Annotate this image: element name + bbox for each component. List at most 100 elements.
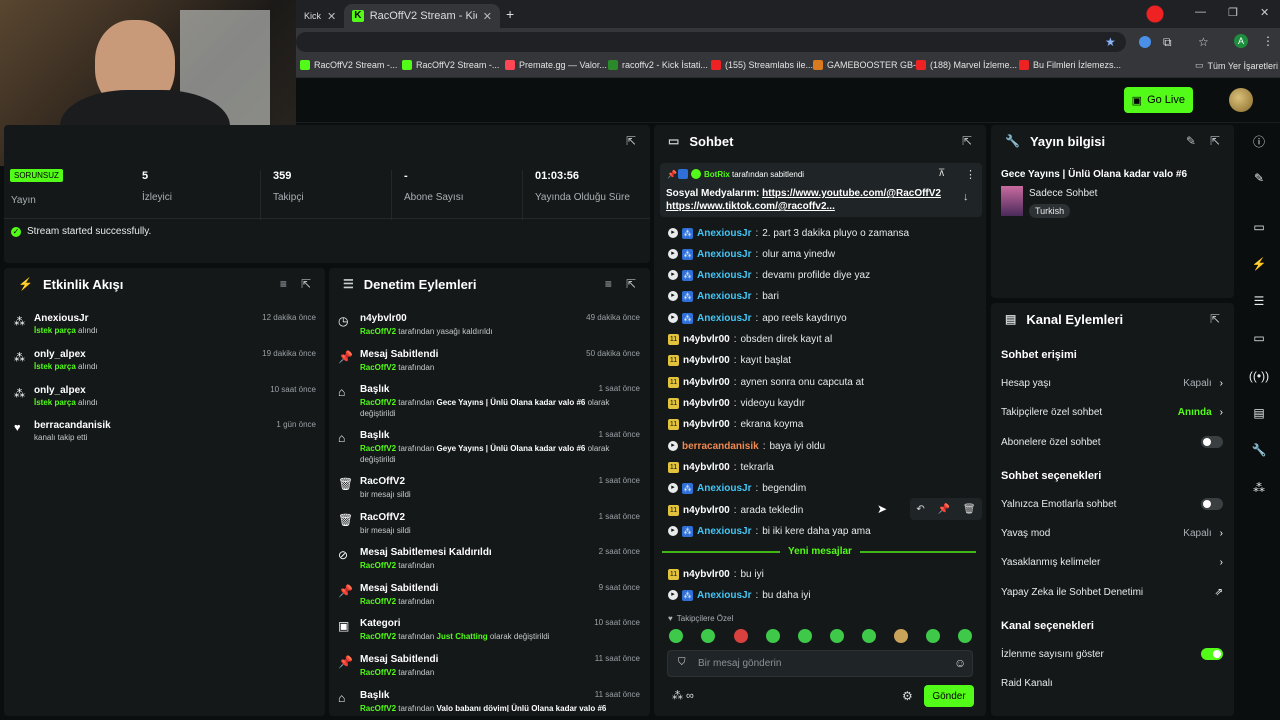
chat-icon[interactable]: ▭ <box>1247 326 1271 350</box>
pin-message-icon[interactable]: 📌 <box>938 504 950 515</box>
bookmark-item[interactable]: Premate.gg — Valor... <box>505 60 607 70</box>
banned-words-row[interactable]: Yasaklanmış kelimeler › <box>1001 553 1223 571</box>
pinned-link[interactable]: https://www.tiktok.com/@racoffv2... <box>666 201 835 212</box>
chat-message[interactable]: ▸ ⁂ AnexiousJr: apo reels kaydırıyo <box>668 309 980 327</box>
emote-icon[interactable] <box>669 629 683 643</box>
emote-icon[interactable] <box>894 629 908 643</box>
expand-icon[interactable]: ↓ <box>963 191 969 203</box>
chat-username[interactable]: AnexiousJr <box>697 483 751 494</box>
emote-only-toggle[interactable] <box>1201 498 1223 510</box>
bookmark-item[interactable]: racoffv2 - Kick İstati... <box>608 60 708 70</box>
popout-icon[interactable]: ⇱ <box>1210 312 1220 326</box>
reply-icon[interactable]: ↶ <box>916 504 924 515</box>
gear-icon[interactable]: ⚙ <box>902 689 913 703</box>
chat-message[interactable]: 11 n4ybvlr00: ekrana koyma <box>668 415 980 433</box>
chat-username[interactable]: berracandanisik <box>682 441 759 452</box>
filter-icon[interactable]: ≡ <box>280 277 287 291</box>
profile-avatar[interactable]: A <box>1234 34 1248 48</box>
chat-username[interactable]: AnexiousJr <box>697 526 751 537</box>
maximize-icon[interactable]: ❐ <box>1228 6 1238 19</box>
emote-icon[interactable] <box>830 629 844 643</box>
chat-username[interactable]: AnexiousJr <box>697 590 751 601</box>
chat-username[interactable]: n4ybvlr00 <box>683 355 730 366</box>
user-avatar[interactable] <box>1229 88 1253 112</box>
chat-username[interactable]: AnexiousJr <box>697 313 751 324</box>
star-icon[interactable]: ★ <box>1105 35 1116 49</box>
pinned-menu-icon[interactable]: ⋮ <box>965 168 976 181</box>
popout-icon[interactable]: ⇱ <box>962 134 972 148</box>
actions-icon[interactable]: ▤ <box>1247 401 1271 425</box>
reading-list-icon[interactable]: ☆ <box>1198 35 1209 49</box>
chat-message[interactable]: 11 n4ybvlr00: tekrarla <box>668 458 980 476</box>
extension-icon[interactable] <box>1139 36 1151 48</box>
emote-icon[interactable] <box>958 629 972 643</box>
chat-message[interactable]: 11 n4ybvlr00: aynen sonra onu capcuta at <box>668 373 980 391</box>
chat-username[interactable]: n4ybvlr00 <box>683 569 730 580</box>
broadcast-icon[interactable]: ((•)) <box>1247 364 1271 388</box>
emote-icon[interactable] <box>862 629 876 643</box>
bolt-icon[interactable]: ⚡ <box>1247 252 1271 276</box>
unpin-icon[interactable]: ⊼ <box>938 168 945 179</box>
close-icon[interactable]: ✕ <box>483 10 492 23</box>
emote-icon[interactable] <box>701 629 715 643</box>
emote-icon[interactable] <box>926 629 940 643</box>
filter-icon[interactable]: ≡ <box>605 277 612 291</box>
bookmark-item[interactable]: (188) Marvel İzleme... <box>916 60 1017 70</box>
followers-chat-row[interactable]: Takipçilere özel sohbet Anında › <box>1001 403 1223 421</box>
chat-input[interactable]: ⛉ Bir mesaj gönderin ☺ <box>667 650 973 677</box>
bookmark-item[interactable]: RacOffV2 Stream -... <box>402 60 499 70</box>
chat-message[interactable]: 11 n4ybvlr00: kayıt başlat <box>668 351 980 369</box>
chat-message[interactable]: ▸ ⁂ AnexiousJr:2. part 3 dakika pluyo o za… <box>668 224 980 242</box>
chat-message[interactable]: ▸ ⁂ AnexiousJr: bari <box>668 287 980 305</box>
chat-message[interactable]: ▸ ⁂ AnexiousJr: bu daha iyi <box>668 586 980 604</box>
all-bookmarks[interactable]: ▭ Tüm Yer İşaretleri <box>1195 60 1278 71</box>
music-request-icon[interactable]: ⁂ <box>1247 476 1271 500</box>
emote-icon[interactable] <box>766 629 780 643</box>
category-name[interactable]: Sadece Sohbet <box>1029 188 1097 199</box>
send-button[interactable]: Gönder <box>924 685 974 707</box>
subs-chat-toggle[interactable] <box>1201 436 1223 448</box>
edit-pencil-icon[interactable]: ✎ <box>1247 166 1271 190</box>
close-icon[interactable]: ✕ <box>327 10 336 23</box>
puzzle-icon[interactable]: ⧉ <box>1163 35 1172 50</box>
chat-message[interactable]: 11 n4ybvlr00: obsden direk kayıt al <box>668 330 980 348</box>
info-icon[interactable]: ⓘ <box>1247 129 1271 153</box>
chat-username[interactable]: n4ybvlr00 <box>683 462 730 473</box>
bookmark-item[interactable]: (155) Streamlabs ile... <box>711 60 813 70</box>
chat-username[interactable]: AnexiousJr <box>697 228 751 239</box>
chat-username[interactable]: n4ybvlr00 <box>683 377 730 388</box>
minimize-icon[interactable]: — <box>1195 6 1206 18</box>
chat-username[interactable]: n4ybvlr00 <box>683 505 730 516</box>
chat-message[interactable]: ▸ ⁂ AnexiousJr: begendim <box>668 479 980 497</box>
list-icon[interactable]: ☰ <box>1247 289 1271 313</box>
chat-username[interactable]: AnexiousJr <box>697 249 751 260</box>
chat-username[interactable]: n4ybvlr00 <box>683 334 730 345</box>
bookmark-item[interactable]: GAMEBOOSTER GB-... <box>813 60 924 70</box>
chat-message[interactable]: ▸ ⁂ AnexiousJr: bi iki kere daha yap ama <box>668 522 980 540</box>
browser-tab-dashboard[interactable]: K RacOffV2 Stream - Kick Dashbo ✕ <box>344 4 500 28</box>
pinned-link[interactable]: https://www.youtube.com/@RacOffV2 <box>762 188 941 199</box>
emoji-icon[interactable]: ☺ <box>954 656 966 670</box>
go-live-button[interactable]: ▣ Go Live <box>1123 87 1193 113</box>
chat-message[interactable]: 11 n4ybvlr00: videoyu kaydır <box>668 394 980 412</box>
chat-message[interactable]: ▸ ⁂ AnexiousJr: olur ama yinedw <box>668 245 980 263</box>
ai-moderation-row[interactable]: Yapay Zeka ile Sohbet Denetimi ⇗ <box>1001 583 1223 601</box>
stats-icon[interactable]: ▭ <box>1247 215 1271 239</box>
viewer-count-toggle[interactable] <box>1201 648 1223 660</box>
browser-tab-kick[interactable]: Kick ✕ <box>296 4 340 28</box>
popout-icon[interactable]: ⇱ <box>626 134 636 148</box>
chat-message[interactable]: 11 n4ybvlr00: bu iyi <box>668 565 980 583</box>
account-age-row[interactable]: Hesap yaşı Kapalı › <box>1001 374 1223 392</box>
bookmark-item[interactable]: RacOffV2 Stream -... <box>300 60 397 70</box>
bookmark-item[interactable]: Bu Filmleri İzlemezs... <box>1019 60 1121 70</box>
chat-message[interactable]: ▸ ⁂ AnexiousJr: devamı profilde diye yaz <box>668 266 980 284</box>
menu-kebab-icon[interactable]: ⋮ <box>1262 34 1274 48</box>
popout-icon[interactable]: ⇱ <box>626 277 636 291</box>
popout-icon[interactable]: ⇱ <box>1210 134 1220 148</box>
delete-icon[interactable]: 🗑 <box>963 504 976 515</box>
edit-pencil-icon[interactable]: ✎ <box>1186 134 1196 148</box>
chat-username[interactable]: AnexiousJr <box>697 291 751 302</box>
popout-icon[interactable]: ⇱ <box>301 277 311 291</box>
chat-username[interactable]: n4ybvlr00 <box>683 398 730 409</box>
chat-username[interactable]: AnexiousJr <box>697 270 751 281</box>
